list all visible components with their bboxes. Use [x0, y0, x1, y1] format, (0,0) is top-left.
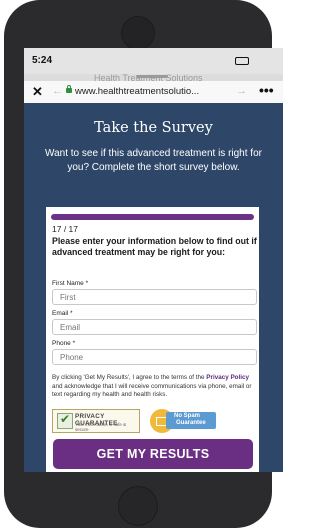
privacy-policy-link[interactable]: Privacy Policy [206, 374, 249, 381]
more-menu-icon[interactable]: ••• [259, 82, 274, 98]
no-spam-badge: No Spam Guarantee [150, 409, 220, 433]
sheet-grabber[interactable] [136, 75, 168, 78]
phone-label: Phone * [52, 340, 76, 347]
first-name-label: First Name * [52, 280, 89, 287]
form-question: Please enter your information below to f… [52, 236, 257, 257]
no-spam-line1: No Spam [174, 413, 201, 419]
phone-screen: 5:24 Health Treatment Solutions ✕ ← www.… [24, 48, 283, 472]
back-arrow-icon[interactable]: ← [52, 85, 63, 97]
no-spam-line2: Guarantee [176, 420, 206, 426]
terms-text-start: By clicking 'Get My Results', I agree to… [52, 374, 207, 381]
first-name-input[interactable] [52, 289, 257, 305]
progress-bar [51, 214, 254, 220]
terms-text: By clicking 'Get My Results', I agree to… [52, 374, 255, 400]
home-button[interactable] [118, 486, 158, 526]
phone-input[interactable] [52, 349, 257, 365]
get-results-button[interactable]: GET MY RESULTS [53, 439, 253, 469]
lock-icon [66, 85, 72, 93]
page-subtitle: Want to see if this advanced treatment i… [45, 148, 262, 173]
close-icon[interactable]: ✕ [32, 84, 43, 100]
step-counter: 17 / 17 [52, 224, 78, 234]
survey-page: Take the Survey Want to see if this adva… [24, 103, 283, 472]
url-address[interactable]: www.healthtreatmentsolutio... [75, 86, 199, 97]
email-input[interactable] [52, 319, 257, 335]
phone-frame: 5:24 Health Treatment Solutions ✕ ← www.… [4, 0, 283, 528]
battery-icon [235, 57, 249, 65]
email-label: Email * [52, 310, 73, 317]
terms-text-end: and acknowledge that I will receive comm… [52, 382, 252, 399]
camera-icon [121, 16, 155, 50]
browser-toolbar: ✕ ← www.healthtreatmentsolutio... → ••• [24, 81, 283, 104]
forward-arrow-icon[interactable]: → [236, 85, 247, 97]
status-time: 5:24 [32, 55, 53, 66]
privacy-guarantee-badge: ✔ PRIVACY GUARANTEE Your information is … [52, 409, 140, 433]
status-bar: 5:24 [24, 48, 283, 74]
checkmark-icon: ✔ [57, 412, 73, 429]
page-title: Take the Survey [94, 120, 213, 136]
privacy-badge-subtitle: Your information is safe & secure [75, 422, 127, 432]
